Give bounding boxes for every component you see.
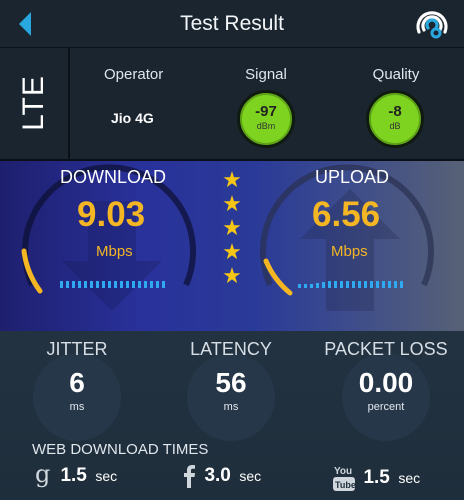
upload-value: 6.56 [312, 195, 381, 234]
latency-value: 56 [215, 367, 247, 398]
packet-loss-label: PACKET LOSS [324, 339, 448, 359]
app-header: Test Result [0, 0, 464, 48]
signal-unit: dBm [256, 121, 276, 131]
quality-label: Quality [372, 66, 420, 83]
quality-indicator: -8 dB [366, 90, 424, 148]
signal-label: Signal [245, 66, 287, 83]
signal-value: -97 [255, 103, 277, 120]
web-item-google: g 1.5 sec [34, 463, 117, 493]
quality-unit: dB [389, 121, 401, 131]
download-label: DOWNLOAD [60, 167, 167, 187]
youtube-time-unit: sec [398, 470, 421, 486]
upload-unit: Mbps [331, 243, 368, 260]
svg-text:g: g [35, 463, 50, 488]
google-time-unit: sec [95, 468, 118, 484]
operator-label: Operator [104, 66, 164, 83]
star-icon: ★ [222, 263, 242, 288]
stats-panel: JITTER 6 ms LATENCY 56 ms PACKET LOSS 0.… [0, 331, 464, 500]
facebook-time-unit: sec [239, 468, 262, 484]
web-download-label: WEB DOWNLOAD TIMES [32, 441, 209, 458]
operator-value: Jio 4G [111, 110, 154, 126]
network-type: LTE [17, 75, 50, 131]
star-icon: ★ [222, 167, 242, 192]
download-unit: Mbps [96, 243, 133, 260]
jitter-unit: ms [69, 401, 85, 413]
facebook-icon [184, 465, 195, 488]
svg-text:You: You [334, 466, 352, 477]
svg-text:Tube: Tube [335, 480, 355, 490]
download-value: 9.03 [77, 195, 146, 234]
latency-label: LATENCY [190, 339, 272, 359]
web-item-facebook: 3.0 sec [182, 463, 261, 493]
speed-result-panel: DOWNLOAD 9.03 Mbps ★ ★ ★ ★ ★ UPLOAD 6.56… [0, 161, 464, 331]
star-icon: ★ [222, 239, 242, 264]
packet-loss-unit: percent [367, 401, 405, 413]
page-title: Test Result [180, 12, 284, 35]
star-icon: ★ [222, 215, 242, 240]
network-type-box: LTE [0, 48, 70, 159]
star-icon: ★ [222, 191, 242, 216]
jitter-value: 6 [69, 367, 85, 398]
quality-value: -8 [388, 103, 402, 120]
latency-unit: ms [223, 401, 239, 413]
jitter-label: JITTER [46, 339, 108, 359]
google-time-value: 1.5 [60, 465, 87, 486]
youtube-time-value: 1.5 [363, 467, 390, 488]
network-info-panel: LTE Operator Jio 4G Signal -97 dBm Quali… [0, 48, 464, 161]
youtube-icon: You Tube [333, 466, 355, 491]
web-item-youtube: You Tube 1.5 sec [333, 463, 420, 493]
signal-broadcast-icon[interactable] [414, 8, 450, 42]
packet-loss-value: 0.00 [358, 367, 414, 398]
signal-indicator: -97 dBm [237, 90, 295, 148]
rating-stars: ★ ★ ★ ★ ★ [221, 168, 243, 288]
google-icon: g [35, 463, 50, 488]
upload-label: UPLOAD [315, 167, 390, 187]
facebook-time-value: 3.0 [204, 465, 231, 486]
